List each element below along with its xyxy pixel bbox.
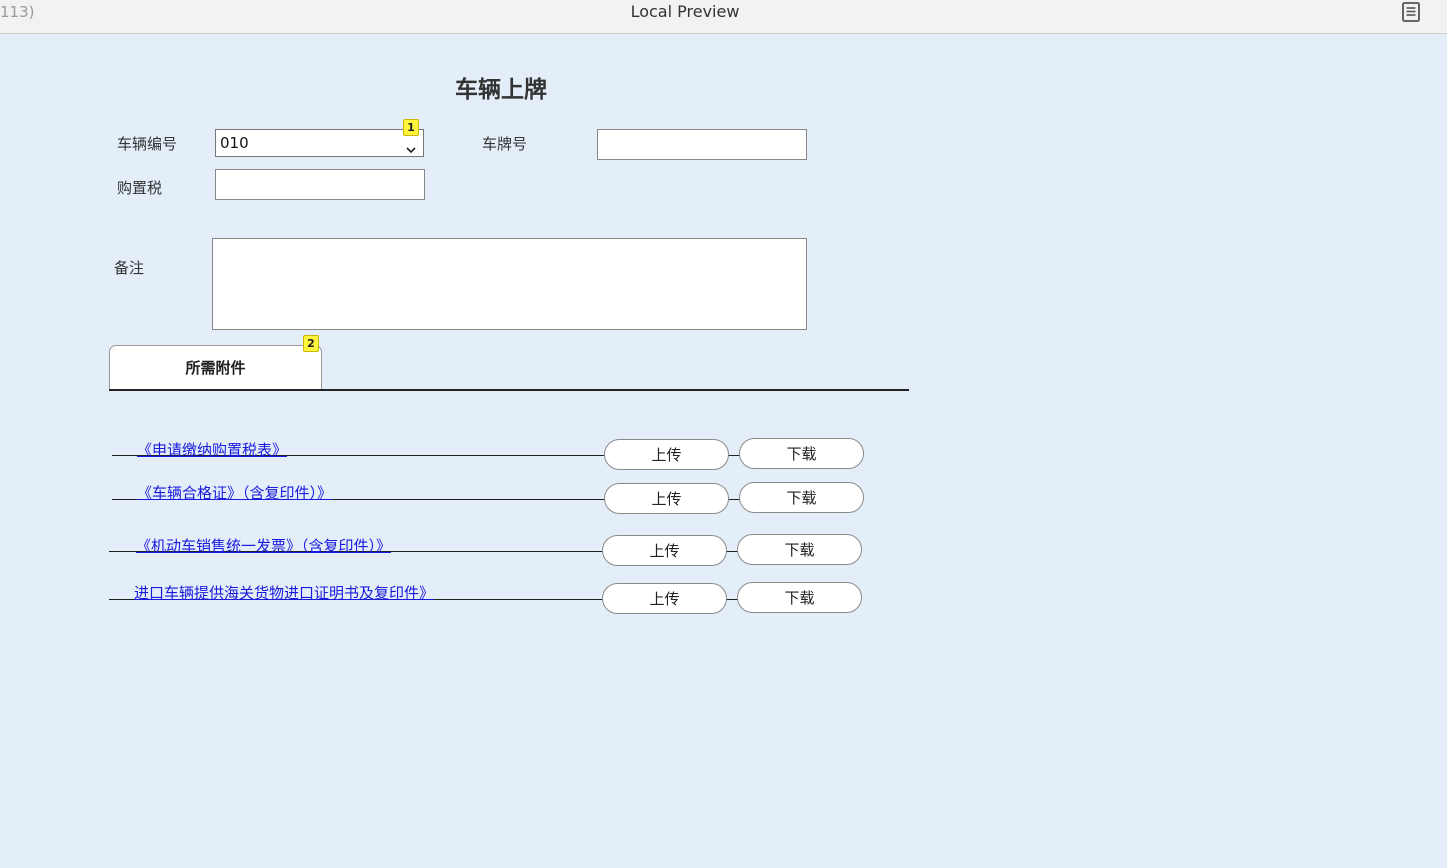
remark-label: 备注 [114, 259, 145, 277]
upload-button[interactable]: 上传 [604, 439, 729, 470]
chevron-down-icon [406, 139, 416, 154]
window-titlebar: 113) Local Preview [0, 0, 1447, 34]
tab-hint-badge: 2 [303, 335, 319, 352]
plate-number-label: 车牌号 [482, 135, 528, 153]
attachment-link[interactable]: 《机动车销售统一发票》（含复印件）》 [136, 535, 391, 556]
download-button[interactable]: 下载 [739, 438, 864, 469]
download-button[interactable]: 下载 [737, 534, 862, 565]
vehicle-id-select[interactable]: 010 [215, 129, 424, 157]
attachment-link[interactable]: 《申请缴纳购置税表》 [137, 439, 287, 460]
document-list-icon[interactable] [1400, 1, 1422, 23]
vehicle-id-select-value: 010 [220, 134, 249, 152]
download-button[interactable]: 下载 [739, 482, 864, 513]
download-button[interactable]: 下载 [737, 582, 862, 613]
purchase-tax-input[interactable] [215, 169, 425, 200]
tab-divider [109, 389, 909, 391]
upload-button[interactable]: 上传 [602, 535, 727, 566]
page-title: 车辆上牌 [455, 77, 547, 103]
tab-required-attachments[interactable]: 所需附件 [109, 345, 322, 390]
upload-button[interactable]: 上传 [604, 483, 729, 514]
select-hint-badge: 1 [403, 119, 419, 136]
purchase-tax-label: 购置税 [117, 179, 163, 197]
remark-textarea[interactable] [212, 238, 807, 330]
vehicle-id-label: 车辆编号 [117, 135, 178, 153]
attachment-link[interactable]: 《车辆合格证》（含复印件）》 [137, 482, 332, 503]
plate-number-input[interactable] [597, 129, 807, 160]
attachment-link[interactable]: 进口车辆提供海关货物进口证明书及复印件》 [134, 582, 434, 603]
upload-button[interactable]: 上传 [602, 583, 727, 614]
window-title: Local Preview [630, 2, 740, 21]
